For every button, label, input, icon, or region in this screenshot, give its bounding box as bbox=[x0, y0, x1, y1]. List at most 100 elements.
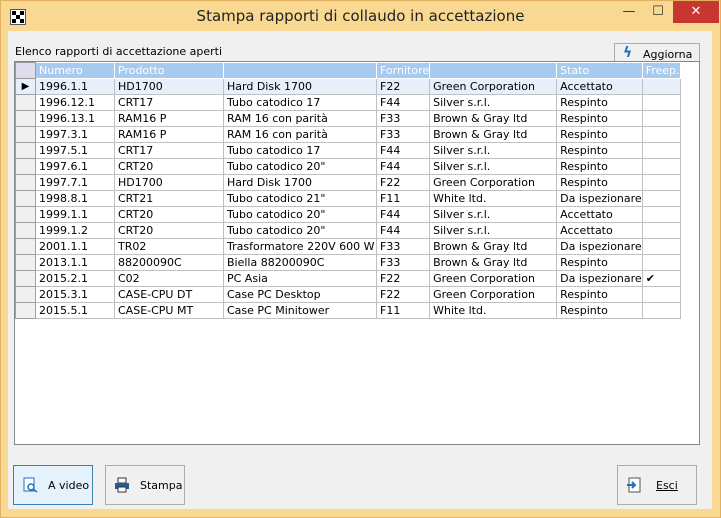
table-cell[interactable]: Hard Disk 1700 bbox=[223, 174, 377, 191]
table-cell[interactable]: Hard Disk 1700 bbox=[223, 78, 377, 95]
table-cell[interactable]: Respinto bbox=[556, 142, 643, 159]
table-cell[interactable]: CASE-CPU MT bbox=[114, 302, 224, 319]
table-cell[interactable]: RAM 16 con parità bbox=[223, 126, 377, 143]
column-header[interactable] bbox=[429, 62, 558, 79]
table-cell[interactable]: F44 bbox=[375, 94, 431, 111]
row-selector[interactable] bbox=[15, 286, 36, 303]
table-cell[interactable]: Silver s.r.l. bbox=[429, 94, 558, 111]
table-cell[interactable]: Case PC Minitower bbox=[223, 302, 377, 319]
table-cell[interactable]: RAM 16 con parità bbox=[223, 110, 377, 127]
table-cell[interactable]: F11 bbox=[375, 302, 431, 319]
table-cell[interactable]: Accettato bbox=[556, 222, 643, 239]
table-cell[interactable]: 1998.8.1 bbox=[35, 190, 115, 207]
table-cell[interactable]: CRT20 bbox=[114, 206, 224, 223]
table-row[interactable]: 2015.2.1 C02 PC Asia F22 Green Corporation Da… bbox=[15, 270, 681, 287]
table-cell[interactable]: RAM16 P bbox=[114, 126, 224, 143]
table-cell[interactable]: F44 bbox=[375, 206, 431, 223]
table-cell[interactable]: Green Corporation bbox=[429, 270, 558, 287]
table-cell[interactable]: Biella 88200090C bbox=[223, 254, 377, 271]
table-cell[interactable]: 2015.3.1 bbox=[35, 286, 115, 303]
table-cell[interactable] bbox=[641, 206, 681, 223]
table-cell[interactable]: Green Corporation bbox=[429, 174, 558, 191]
row-selector[interactable] bbox=[15, 158, 36, 175]
table-cell[interactable]: Silver s.r.l. bbox=[429, 158, 558, 175]
table-row[interactable]: 1997.7.1 HD1700 Hard Disk 1700 F22 Green Cor… bbox=[15, 174, 681, 191]
table-row[interactable]: 1999.1.1 CRT20 Tubo catodico 20" F44 Silver … bbox=[15, 206, 681, 223]
table-cell[interactable]: Tubo catodico 17 bbox=[223, 142, 377, 159]
table-row[interactable]: 1997.6.1 CRT20 Tubo catodico 20" F44 Silver … bbox=[15, 158, 681, 175]
table-row[interactable]: 1996.12.1 CRT17 Tubo catodico 17 F44 Silver … bbox=[15, 94, 681, 111]
table-cell[interactable] bbox=[641, 286, 681, 303]
table-cell[interactable]: White ltd. bbox=[429, 190, 558, 207]
table-cell[interactable]: Tubo catodico 20" bbox=[223, 206, 377, 223]
table-cell[interactable]: F33 bbox=[375, 110, 431, 127]
column-header[interactable]: Stato bbox=[556, 62, 643, 79]
row-selector[interactable]: ▶ bbox=[15, 78, 36, 95]
table-cell[interactable]: Brown & Gray ltd bbox=[429, 110, 558, 127]
table-cell[interactable]: 1997.5.1 bbox=[35, 142, 115, 159]
table-cell[interactable]: 1999.1.2 bbox=[35, 222, 115, 239]
table-cell[interactable] bbox=[641, 222, 681, 239]
table-cell[interactable]: F33 bbox=[375, 238, 431, 255]
row-selector[interactable] bbox=[15, 270, 36, 287]
table-cell[interactable]: HD1700 bbox=[114, 78, 224, 95]
table-cell[interactable]: Brown & Gray ltd bbox=[429, 126, 558, 143]
row-selector[interactable] bbox=[15, 206, 36, 223]
table-cell[interactable]: 1997.3.1 bbox=[35, 126, 115, 143]
table-cell[interactable]: 2015.5.1 bbox=[35, 302, 115, 319]
table-cell[interactable]: CASE-CPU DT bbox=[114, 286, 224, 303]
row-selector[interactable] bbox=[15, 174, 36, 191]
table-cell[interactable]: Case PC Desktop bbox=[223, 286, 377, 303]
table-row[interactable]: 2001.1.1 TR02 Trasformatore 220V 600 W F33 B… bbox=[15, 238, 681, 255]
table-cell[interactable]: Green Corporation bbox=[429, 286, 558, 303]
reports-grid[interactable]: Numero Prodotto Fornitore Stato Freep. ▶… bbox=[14, 61, 700, 445]
table-cell[interactable]: Respinto bbox=[556, 174, 643, 191]
table-cell[interactable]: CRT17 bbox=[114, 142, 224, 159]
row-selector[interactable] bbox=[15, 254, 36, 271]
table-cell[interactable]: HD1700 bbox=[114, 174, 224, 191]
table-cell[interactable]: Accettato bbox=[556, 206, 643, 223]
table-cell[interactable]: C02 bbox=[114, 270, 224, 287]
minimize-button[interactable]: — bbox=[611, 1, 647, 23]
refresh-button[interactable]: ϟ Aggiorna bbox=[614, 43, 700, 63]
table-cell[interactable]: Brown & Gray ltd bbox=[429, 238, 558, 255]
table-cell[interactable]: F22 bbox=[375, 78, 431, 95]
row-selector[interactable] bbox=[15, 222, 36, 239]
table-cell[interactable]: F22 bbox=[375, 270, 431, 287]
column-header[interactable]: Freep. bbox=[641, 62, 681, 79]
table-cell[interactable]: CRT20 bbox=[114, 158, 224, 175]
table-cell[interactable] bbox=[641, 238, 681, 255]
row-selector[interactable] bbox=[15, 126, 36, 143]
row-selector[interactable] bbox=[15, 142, 36, 159]
table-row[interactable]: ▶ 1996.1.1 HD1700 Hard Disk 1700 F22 Green Co… bbox=[15, 78, 681, 95]
table-cell[interactable] bbox=[641, 302, 681, 319]
table-cell[interactable]: F11 bbox=[375, 190, 431, 207]
table-row[interactable]: 1998.8.1 CRT21 Tubo catodico 21" F11 White l… bbox=[15, 190, 681, 207]
table-cell[interactable]: CRT20 bbox=[114, 222, 224, 239]
table-cell[interactable]: Silver s.r.l. bbox=[429, 142, 558, 159]
exit-button[interactable]: Esci bbox=[617, 465, 697, 505]
table-cell[interactable]: F22 bbox=[375, 286, 431, 303]
table-cell[interactable] bbox=[641, 254, 681, 271]
maximize-button[interactable]: ☐ bbox=[643, 1, 673, 23]
table-cell[interactable]: Accettato bbox=[556, 78, 643, 95]
table-cell[interactable]: Tubo catodico 17 bbox=[223, 94, 377, 111]
table-cell[interactable]: 1999.1.1 bbox=[35, 206, 115, 223]
table-cell[interactable]: CRT21 bbox=[114, 190, 224, 207]
table-cell[interactable]: Green Corporation bbox=[429, 78, 558, 95]
table-cell[interactable]: Respinto bbox=[556, 158, 643, 175]
table-cell[interactable]: 1996.13.1 bbox=[35, 110, 115, 127]
table-cell[interactable]: Tubo catodico 20" bbox=[223, 222, 377, 239]
table-cell[interactable] bbox=[641, 190, 681, 207]
table-cell[interactable]: F44 bbox=[375, 142, 431, 159]
table-row[interactable]: 2015.5.1 CASE-CPU MT Case PC Minitower F11 W… bbox=[15, 302, 681, 319]
table-row[interactable]: 2015.3.1 CASE-CPU DT Case PC Desktop F22 Gre… bbox=[15, 286, 681, 303]
table-cell[interactable]: F44 bbox=[375, 158, 431, 175]
row-selector[interactable] bbox=[15, 302, 36, 319]
table-cell[interactable]: Tubo catodico 20" bbox=[223, 158, 377, 175]
table-cell[interactable] bbox=[641, 94, 681, 111]
table-cell[interactable]: 1996.12.1 bbox=[35, 94, 115, 111]
table-row[interactable]: 1996.13.1 RAM16 P RAM 16 con parità F33 Brow… bbox=[15, 110, 681, 127]
table-cell[interactable]: F33 bbox=[375, 254, 431, 271]
table-cell[interactable]: Respinto bbox=[556, 302, 643, 319]
